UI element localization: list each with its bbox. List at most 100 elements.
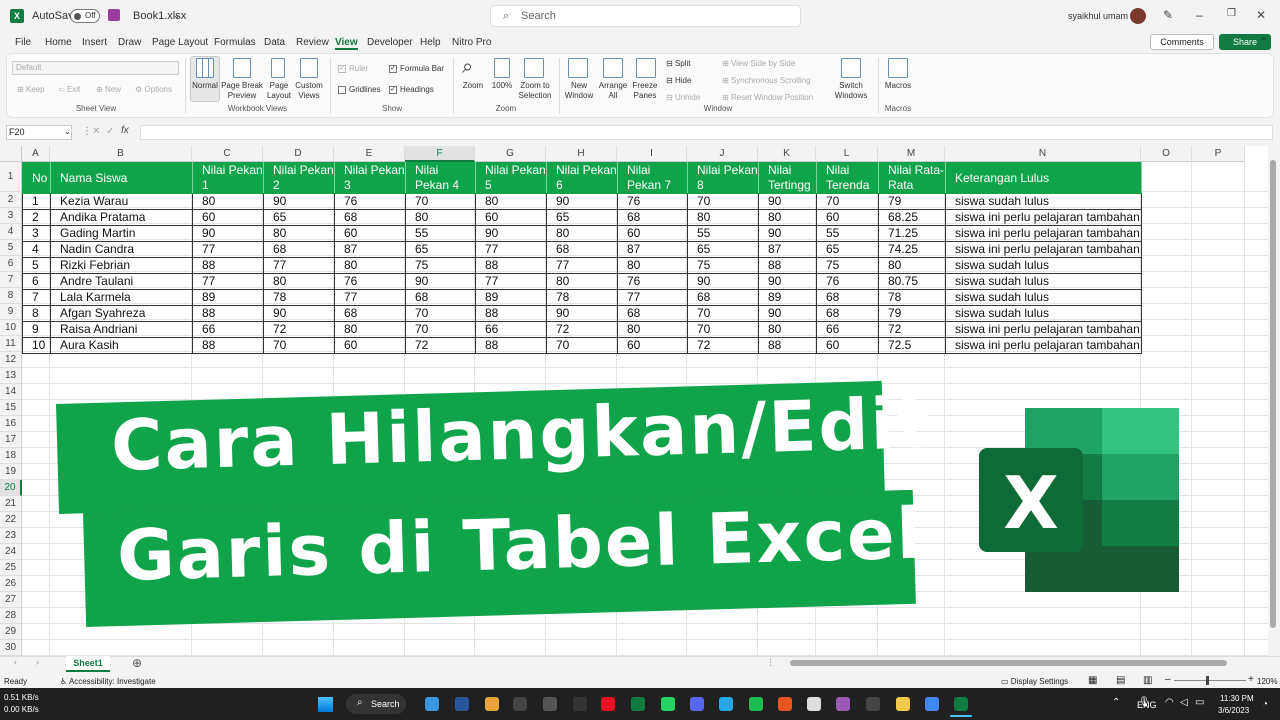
table-cell[interactable]: 90 xyxy=(475,225,547,242)
table-cell[interactable]: Kezia Warau xyxy=(50,193,193,210)
table-cell[interactable]: 60 xyxy=(816,337,879,354)
table-cell[interactable]: 90 xyxy=(546,305,618,322)
row-header-12[interactable]: 12 xyxy=(0,352,22,368)
app-icon[interactable] xyxy=(778,697,792,711)
column-header-f[interactable]: F xyxy=(405,146,475,162)
battery-icon[interactable]: ▭ xyxy=(1195,697,1204,708)
cancel-icon[interactable]: ✕ xyxy=(92,126,100,137)
arrange-all-button[interactable]: Arrange All xyxy=(597,81,629,101)
vertical-scroll-thumb[interactable] xyxy=(1270,160,1276,628)
column-header-c[interactable]: C xyxy=(192,146,263,162)
table-cell[interactable]: 80.75 xyxy=(878,273,946,290)
add-sheet-icon[interactable]: ⊕ xyxy=(132,656,142,670)
column-header-i[interactable]: I xyxy=(617,146,687,162)
menu-data[interactable]: Data xyxy=(264,37,285,48)
next-sheet-icon[interactable]: › xyxy=(36,657,39,667)
row-header-17[interactable]: 17 xyxy=(0,432,22,448)
switch-windows-button[interactable]: Switch Windows xyxy=(826,81,876,101)
table-cell[interactable]: 77 xyxy=(334,289,406,306)
zoom-in-icon[interactable]: + xyxy=(1248,674,1254,685)
table-header-cell[interactable]: Nilai Rata-Rata xyxy=(878,162,946,194)
table-cell[interactable]: 77 xyxy=(192,273,264,290)
table-cell[interactable]: 76 xyxy=(617,273,688,290)
table-cell[interactable]: siswa ini perlu pelajaran tambahan xyxy=(945,209,1142,226)
column-header-b[interactable]: B xyxy=(50,146,192,162)
page-layout-status-icon[interactable]: ▤ xyxy=(1116,675,1125,686)
row-header-26[interactable]: 26 xyxy=(0,576,22,592)
table-cell[interactable]: 60 xyxy=(816,209,879,226)
table-cell[interactable]: 68.25 xyxy=(878,209,946,226)
table-cell[interactable]: 88 xyxy=(192,337,264,354)
table-cell[interactable]: 88 xyxy=(758,337,817,354)
table-cell[interactable]: 79 xyxy=(878,305,946,322)
ruler-checkbox[interactable]: ✓ Ruler xyxy=(338,64,368,73)
row-header-20[interactable]: 20 xyxy=(0,480,22,496)
table-cell[interactable]: 80 xyxy=(263,273,335,290)
table-header-cell[interactable]: Nilai Pekan 2 xyxy=(263,162,335,194)
obs-icon[interactable] xyxy=(866,697,880,711)
table-cell[interactable]: 78 xyxy=(546,289,618,306)
split-button[interactable]: ⊟ Split xyxy=(666,59,691,68)
row-header-3[interactable]: 3 xyxy=(0,208,22,224)
table-cell[interactable]: 80 xyxy=(617,257,688,274)
chrome-icon[interactable] xyxy=(925,697,939,711)
new-view-button[interactable]: ⊕ New xyxy=(96,85,121,94)
spotify-icon[interactable] xyxy=(749,697,763,711)
column-header-k[interactable]: K xyxy=(758,146,816,162)
search-input[interactable]: ⌕ Search xyxy=(490,5,801,27)
table-cell[interactable]: siswa ini perlu pelajaran tambahan xyxy=(945,321,1142,338)
table-cell[interactable]: 90 xyxy=(263,193,335,210)
table-cell[interactable]: 89 xyxy=(192,289,264,306)
display-settings-button[interactable]: ▭ Display Settings xyxy=(1001,677,1068,686)
table-cell[interactable]: 68 xyxy=(816,289,879,306)
table-cell[interactable]: 76 xyxy=(334,193,406,210)
table-cell[interactable]: 80 xyxy=(546,273,618,290)
table-cell[interactable]: 72 xyxy=(546,321,618,338)
tab-split-icon[interactable]: ⋮ xyxy=(766,657,775,668)
column-header-g[interactable]: G xyxy=(475,146,546,162)
table-cell[interactable]: Nadin Candra xyxy=(50,241,193,258)
table-cell[interactable]: 70 xyxy=(687,321,759,338)
table-cell[interactable]: 66 xyxy=(192,321,264,338)
table-cell[interactable]: 80 xyxy=(758,209,817,226)
table-header-cell[interactable]: Nilai Pekan 1 xyxy=(192,162,264,194)
table-cell[interactable]: 87 xyxy=(617,241,688,258)
table-cell[interactable]: 90 xyxy=(758,273,817,290)
zoom-button[interactable]: Zoom xyxy=(459,81,487,91)
table-cell[interactable]: 70 xyxy=(816,193,879,210)
column-header-p[interactable]: P xyxy=(1192,146,1245,162)
table-cell[interactable]: 90 xyxy=(758,305,817,322)
row-header-4[interactable]: 4 xyxy=(0,224,22,240)
table-cell[interactable]: Andika Pratama xyxy=(50,209,193,226)
menu-home[interactable]: Home xyxy=(45,37,72,48)
edge-icon[interactable] xyxy=(455,697,469,711)
table-cell[interactable]: 88 xyxy=(192,257,264,274)
table-cell[interactable]: 74.25 xyxy=(878,241,946,258)
synchronous-scrolling-button[interactable]: ⊞ Synchronous Scrolling xyxy=(722,76,811,85)
color-picker-icon[interactable] xyxy=(836,697,850,711)
table-cell[interactable]: 70 xyxy=(263,337,335,354)
tray-chevron-icon[interactable]: ⌃ xyxy=(1112,697,1120,708)
row-header-5[interactable]: 5 xyxy=(0,240,22,256)
table-cell[interactable]: 60 xyxy=(617,337,688,354)
table-header-cell[interactable]: Nilai Terenda xyxy=(816,162,879,194)
table-cell[interactable]: 87 xyxy=(334,241,406,258)
hide-button[interactable]: ⊟ Hide xyxy=(666,76,691,85)
reset-window-position-button[interactable]: ⊞ Reset Window Position xyxy=(722,93,813,102)
table-cell[interactable]: Rizki Febrian xyxy=(50,257,193,274)
table-header-cell[interactable]: Keterangan Lulus xyxy=(945,162,1142,194)
gridlines-checkbox[interactable]: Gridlines xyxy=(338,85,381,94)
table-cell[interactable]: siswa sudah lulus xyxy=(945,257,1142,274)
table-cell[interactable]: 7 xyxy=(22,289,51,306)
exit-button[interactable]: ⇦ Exit xyxy=(58,85,80,94)
whatsapp-icon[interactable] xyxy=(661,697,675,711)
table-cell[interactable]: 87 xyxy=(758,241,817,258)
table-cell[interactable]: 65 xyxy=(816,241,879,258)
accessibility-status[interactable]: ♿ Accessibility: Investigate xyxy=(60,677,156,686)
table-cell[interactable]: 72 xyxy=(878,321,946,338)
table-cell[interactable]: 75 xyxy=(405,257,476,274)
table-cell[interactable]: 72.5 xyxy=(878,337,946,354)
table-cell[interactable]: 60 xyxy=(334,337,406,354)
table-cell[interactable]: 70 xyxy=(687,305,759,322)
table-cell[interactable]: 75 xyxy=(687,257,759,274)
